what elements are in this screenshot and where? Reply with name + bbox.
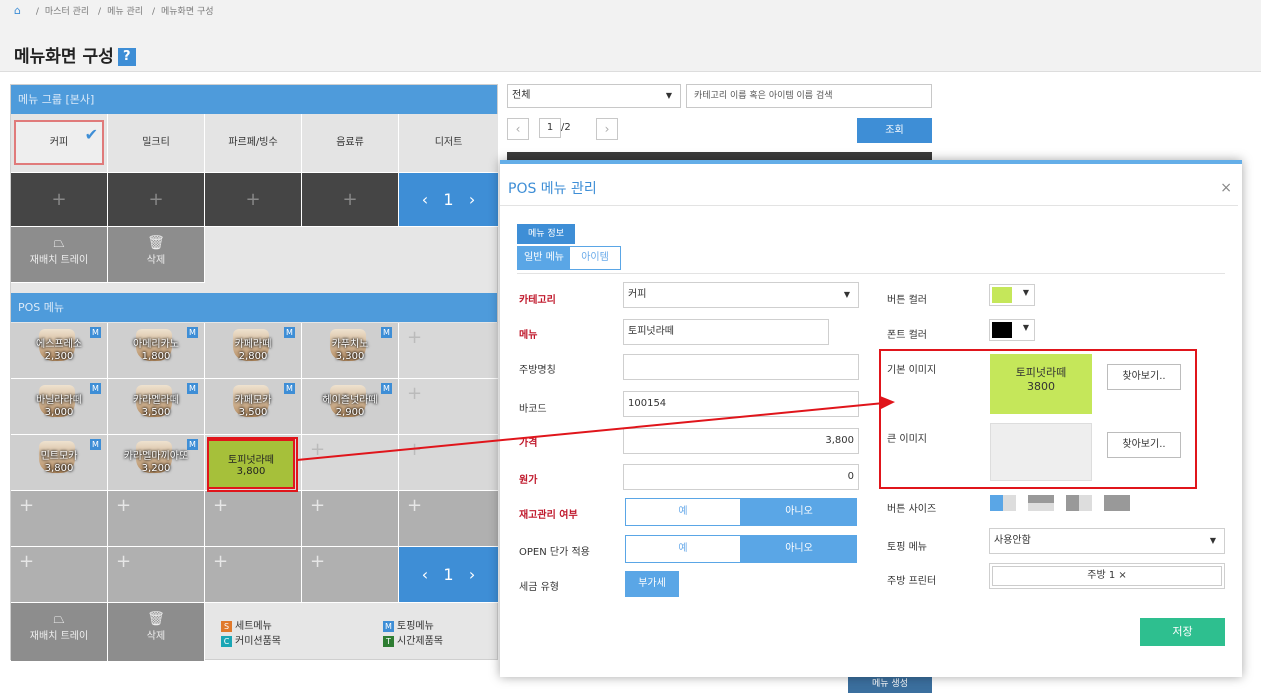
annotation-arrow	[207, 396, 895, 492]
